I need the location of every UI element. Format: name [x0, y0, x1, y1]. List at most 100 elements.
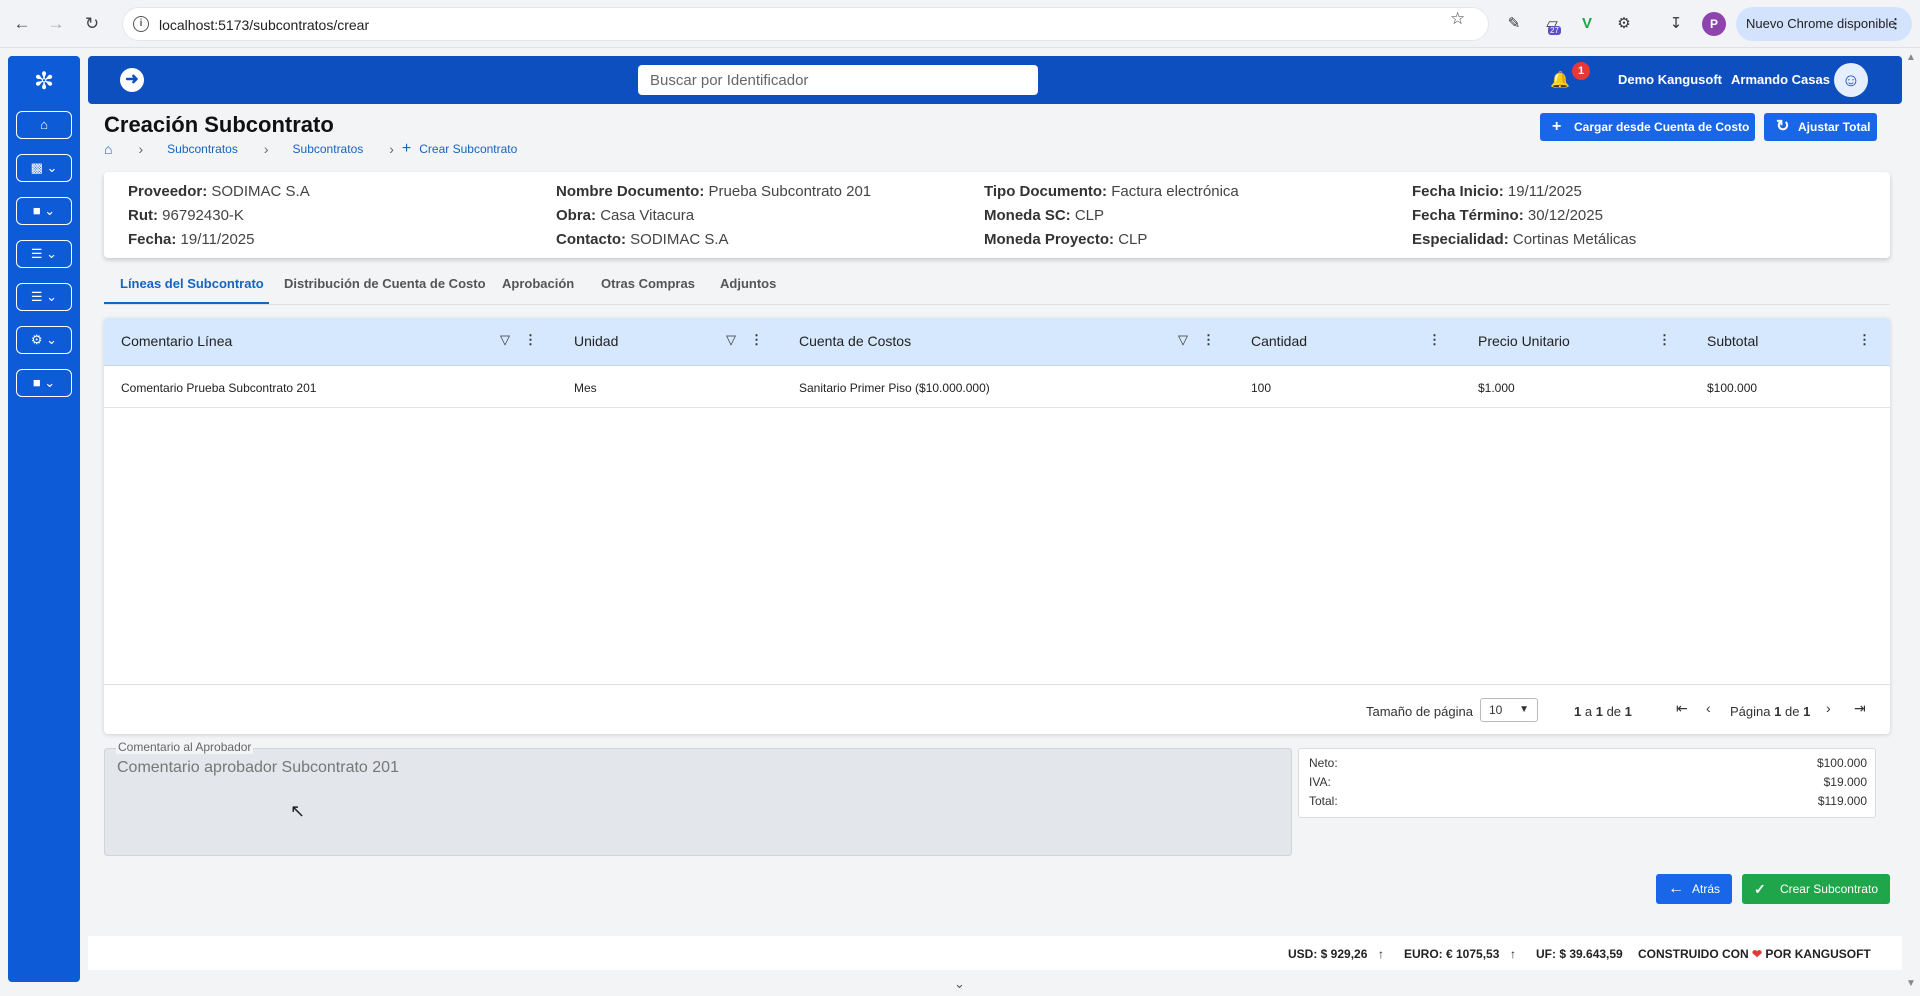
monitor-icon: ▩ ⌄	[30, 160, 58, 175]
documents-icon: ■ ⌄	[32, 375, 56, 390]
breadcrumb-home-icon[interactable]: ⌂	[104, 141, 112, 157]
address-bar[interactable]: i localhost:5173/subcontratos/crear	[122, 7, 1489, 41]
prev-page-icon[interactable]: ‹	[1706, 700, 1711, 716]
info-label: Tipo Documento:	[984, 183, 1108, 200]
column-header-unidad[interactable]: Unidad	[574, 333, 618, 349]
column-menu-icon[interactable]: ⋮	[1428, 332, 1441, 348]
active-tab-indicator	[104, 302, 269, 304]
filter-icon[interactable]: ▽	[1178, 332, 1188, 348]
next-page-icon[interactable]: ›	[1826, 700, 1831, 716]
sidebar-folder-menu[interactable]: ■ ⌄	[16, 197, 72, 225]
kangusoft-logo-icon[interactable]: ✼	[26, 64, 62, 100]
extensions-puzzle-icon[interactable]: ⚙	[1612, 12, 1636, 36]
tab-adjuntos[interactable]: Adjuntos	[720, 276, 776, 291]
total-total-row: Total: $119.000	[1309, 794, 1867, 812]
back-arrow-icon[interactable]: ←	[10, 12, 34, 36]
sidebar-structure-menu[interactable]: ☰ ⌄	[16, 283, 72, 311]
menu-toggle-arrow-icon[interactable]: ➜	[120, 68, 144, 92]
built-suffix: POR KANGUSOFT	[1765, 947, 1871, 961]
filter-icon[interactable]: ▽	[726, 332, 736, 348]
sidebar-documents-menu[interactable]: ■ ⌄	[16, 369, 72, 397]
info-label: Obra:	[556, 207, 597, 224]
filter-icon[interactable]: ▽	[500, 332, 510, 348]
forward-arrow-icon[interactable]: →	[44, 12, 68, 36]
breadcrumb-item-subcontratos-2[interactable]: Subcontratos	[293, 142, 364, 156]
reload-icon[interactable]: ↻	[80, 12, 104, 36]
approver-comment-field[interactable]: Comentario aprobador Subcontrato 201	[104, 748, 1292, 856]
total-total-value: $119.000	[1817, 794, 1867, 808]
load-from-cost-account-button[interactable]: + Cargar desde Cuenta de Costo	[1540, 113, 1755, 141]
create-subcontract-button[interactable]: ✓ Crear Subcontrato	[1742, 874, 1890, 904]
column-menu-icon[interactable]: ⋮	[1658, 332, 1671, 348]
bell-icon[interactable]: 🔔	[1550, 70, 1570, 90]
info-provider: Proveedor: SODIMAC S.A	[128, 180, 310, 204]
chrome-update-button[interactable]: Nuevo Chrome disponible ⋮	[1736, 7, 1912, 41]
info-label: Especialidad:	[1412, 231, 1509, 248]
total-neto-value: $100.000	[1816, 756, 1867, 770]
hierarchy-icon: ☰ ⌄	[30, 246, 58, 261]
site-info-icon[interactable]: i	[133, 16, 149, 32]
column-menu-icon[interactable]: ⋮	[524, 332, 537, 348]
info-label: Fecha Inicio:	[1412, 183, 1504, 200]
column-header-subtotal[interactable]: Subtotal	[1707, 333, 1758, 349]
arrow-up-icon: ↑	[1378, 947, 1384, 961]
refresh-icon: ↻	[1776, 118, 1790, 135]
breadcrumb: ⌂ › Subcontratos › Subcontratos › + Crea…	[104, 140, 517, 158]
page-size-select[interactable]: 10 ▼	[1480, 698, 1538, 722]
cell-unidad[interactable]: Mes	[574, 381, 597, 395]
scroll-down-arrow-icon[interactable]: ▼	[1906, 978, 1916, 989]
home-icon: ⌂	[40, 117, 48, 132]
cell-cantidad[interactable]: 100	[1251, 381, 1271, 395]
built-prefix: CONSTRUIDO CON	[1638, 947, 1749, 961]
column-menu-icon[interactable]: ⋮	[1858, 332, 1871, 348]
totals-panel: Neto: $100.000 IVA: $19.000 Total: $119.…	[1298, 748, 1876, 818]
tab-lineas[interactable]: Líneas del Subcontrato	[120, 276, 264, 291]
cell-subtotal[interactable]: $100.000	[1707, 381, 1757, 395]
sidebar-monitor-menu[interactable]: ▩ ⌄	[16, 154, 72, 182]
column-header-comentario[interactable]: Comentario Línea	[121, 333, 232, 349]
user-name[interactable]: Armando Casas	[1731, 72, 1830, 87]
uf-rate: UF: $ 39.643,59	[1536, 947, 1623, 961]
back-button[interactable]: ← Atrás	[1656, 874, 1732, 904]
pen-extension-icon[interactable]: ✎	[1502, 12, 1526, 36]
cell-comentario[interactable]: Comentario Prueba Subcontrato 201	[121, 381, 316, 395]
user-avatar-icon[interactable]: ☺	[1834, 63, 1868, 97]
table-row[interactable]: Comentario Prueba Subcontrato 201 Mes Sa…	[104, 366, 1890, 408]
tab-otras-compras[interactable]: Otras Compras	[601, 276, 695, 291]
cell-precio[interactable]: $1.000	[1478, 381, 1515, 395]
info-start-date: Fecha Inicio: 19/11/2025	[1412, 180, 1636, 204]
settings-icon: ⚙ ⌄	[30, 332, 58, 347]
info-value: Factura electrónica	[1111, 183, 1239, 200]
info-specialty: Especialidad: Cortinas Metálicas	[1412, 228, 1636, 252]
last-page-icon[interactable]: ⇥	[1854, 700, 1866, 717]
vue-devtools-icon[interactable]: V	[1575, 12, 1599, 36]
notification-badge: 1	[1572, 62, 1590, 80]
column-menu-icon[interactable]: ⋮	[750, 332, 763, 348]
sidebar-hierarchy-menu[interactable]: ☰ ⌄	[16, 240, 72, 268]
scroll-up-arrow-icon[interactable]: ▲	[1906, 52, 1916, 63]
cell-cuenta[interactable]: Sanitario Primer Piso ($10.000.000)	[799, 381, 990, 395]
adjust-total-button[interactable]: ↻ Ajustar Total	[1764, 113, 1877, 141]
download-icon[interactable]: ↧	[1664, 12, 1688, 36]
first-page-icon[interactable]: ⇤	[1676, 700, 1688, 717]
bookmark-star-icon[interactable]: ☆	[1450, 9, 1465, 29]
sidebar-home-button[interactable]: ⌂	[16, 111, 72, 139]
column-header-cuenta[interactable]: Cuenta de Costos	[799, 333, 911, 349]
breadcrumb-item-subcontratos[interactable]: Subcontratos	[167, 142, 238, 156]
info-label: Proveedor:	[128, 183, 208, 200]
profile-avatar[interactable]: P	[1702, 12, 1726, 36]
chevron-down-icon[interactable]: ⌄	[954, 976, 965, 992]
check-icon: ✓	[1754, 881, 1766, 897]
sidebar-settings-menu[interactable]: ⚙ ⌄	[16, 326, 72, 354]
column-header-precio[interactable]: Precio Unitario	[1478, 333, 1570, 349]
info-label: Fecha:	[128, 231, 177, 248]
breadcrumb-item-crear[interactable]: Crear Subcontrato	[419, 142, 517, 156]
search-input[interactable]	[638, 65, 1038, 95]
tab-distribucion[interactable]: Distribución de Cuenta de Costo	[284, 276, 486, 291]
column-header-cantidad[interactable]: Cantidad	[1251, 333, 1307, 349]
column-menu-icon[interactable]: ⋮	[1202, 332, 1215, 348]
range-sep: a	[1584, 704, 1593, 719]
tab-aprobacion[interactable]: Aprobación	[502, 276, 574, 291]
company-name[interactable]: Demo Kangusoft	[1618, 72, 1722, 87]
info-document-type: Tipo Documento: Factura electrónica	[984, 180, 1239, 204]
